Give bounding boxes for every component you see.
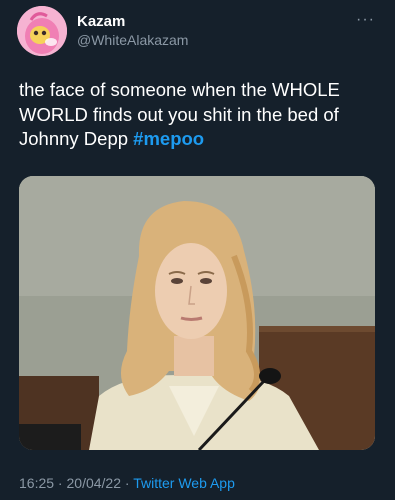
tweet-source-link[interactable]: Twitter Web App — [133, 475, 235, 491]
courtroom-photo — [19, 176, 375, 450]
avatar[interactable] — [17, 6, 67, 56]
meta-separator: · — [54, 475, 67, 491]
meta-separator: · — [121, 475, 134, 491]
hashtag-link[interactable]: #mepoo — [133, 128, 204, 149]
tweet-text: the face of someone when the WHOLE WORLD… — [19, 78, 379, 152]
user-handle[interactable]: @WhiteAlakazam — [77, 32, 188, 48]
user-display-name[interactable]: Kazam — [77, 13, 125, 30]
avatar-cartoon-icon — [17, 6, 67, 56]
tweet-image[interactable] — [19, 176, 375, 450]
tweet-meta: 16:25 · 20/04/22 · Twitter Web App — [19, 475, 235, 491]
tweet-date[interactable]: 20/04/22 — [67, 475, 122, 491]
more-options-icon[interactable]: ··· — [356, 11, 375, 29]
tweet-time[interactable]: 16:25 — [19, 475, 54, 491]
